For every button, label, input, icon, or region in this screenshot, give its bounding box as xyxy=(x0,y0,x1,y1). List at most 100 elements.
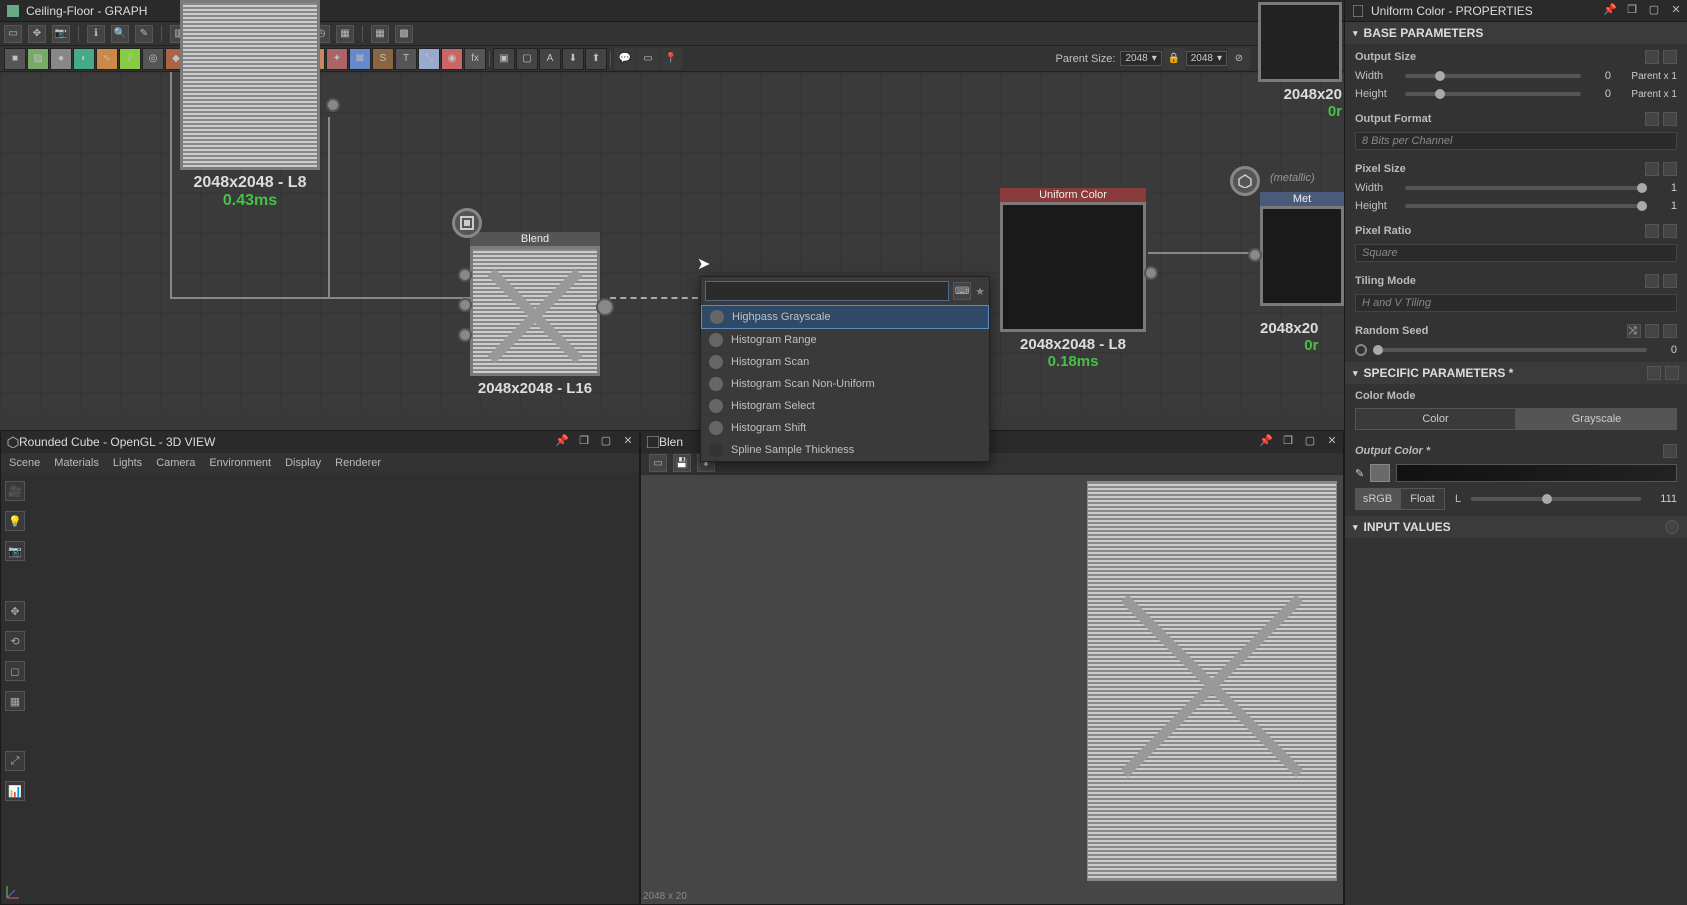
section-base-parameters[interactable]: ▾ BASE PARAMETERS xyxy=(1345,22,1687,44)
height-slider[interactable] xyxy=(1405,92,1581,96)
expose-icon[interactable] xyxy=(1645,112,1659,126)
pin-icon[interactable]: 📌 xyxy=(1259,433,1273,447)
viewport-2d[interactable] xyxy=(641,475,1343,904)
node-output-port[interactable] xyxy=(596,298,614,316)
lib-transform-icon[interactable]: ⤡ xyxy=(418,48,440,70)
lib-input-icon[interactable]: ⬇ xyxy=(562,48,584,70)
lock-icon[interactable]: 🔒 xyxy=(1163,48,1185,70)
search-result-item[interactable]: Histogram Range xyxy=(701,329,989,351)
menu-renderer[interactable]: Renderer xyxy=(335,457,381,469)
grayscale-button[interactable]: Grayscale xyxy=(1516,408,1677,430)
stats-icon[interactable]: 📊 xyxy=(5,781,25,801)
search-result-item[interactable]: Highpass Grayscale xyxy=(701,305,989,329)
lib-pin-icon[interactable]: 📍 xyxy=(660,48,682,70)
menu-environment[interactable]: Environment xyxy=(209,457,271,469)
search-result-item[interactable]: Histogram Select xyxy=(701,395,989,417)
search-result-item[interactable]: Histogram Scan Non-Uniform xyxy=(701,373,989,395)
menu-icon[interactable] xyxy=(1663,324,1677,338)
search-result-item[interactable]: Histogram Shift xyxy=(701,417,989,439)
luminance-slider[interactable] xyxy=(1471,497,1641,501)
lib-blend-icon[interactable]: ▨ xyxy=(27,48,49,70)
wireframe-icon[interactable]: ▦ xyxy=(5,691,25,711)
node-partial-top-right[interactable]: 2048x20 0r xyxy=(1258,2,1342,120)
node-output-port[interactable] xyxy=(1144,266,1158,280)
expose-icon[interactable] xyxy=(1645,162,1659,176)
add-icon[interactable] xyxy=(1665,520,1679,534)
lib-warp-icon[interactable]: ◉ xyxy=(441,48,463,70)
lib-text-icon[interactable]: T xyxy=(395,48,417,70)
color-swatch[interactable] xyxy=(1370,464,1390,482)
shuffle-icon[interactable]: ⤨ xyxy=(1627,324,1641,338)
menu-materials[interactable]: Materials xyxy=(54,457,99,469)
tool-highlight-icon[interactable]: ✎ xyxy=(135,25,153,43)
light-icon[interactable]: 💡 xyxy=(5,511,25,531)
search-result-item[interactable]: Spline Sample Thickness xyxy=(701,439,989,461)
node-uniform-color[interactable]: Uniform Color 2048x2048 - L8 0.18ms xyxy=(1000,188,1146,370)
menu-icon[interactable] xyxy=(1663,274,1677,288)
tool-snapshot-icon[interactable]: 📷 xyxy=(52,25,70,43)
window-restore-icon[interactable]: ❐ xyxy=(577,433,591,447)
tiling-mode-dropdown[interactable]: H and V Tiling xyxy=(1355,294,1677,312)
save-icon[interactable]: 💾 xyxy=(673,454,691,472)
pin-icon[interactable]: 📌 xyxy=(1603,2,1617,16)
menu-display[interactable]: Display xyxy=(285,457,321,469)
lib-fxmap-icon[interactable]: fx xyxy=(464,48,486,70)
menu-icon[interactable] xyxy=(1663,444,1677,458)
lib-output-icon[interactable]: ⬆ xyxy=(585,48,607,70)
node-input-port[interactable] xyxy=(458,268,472,282)
keyboard-icon[interactable]: ⌨ xyxy=(953,282,971,300)
menu-icon[interactable] xyxy=(1663,162,1677,176)
tool-center-icon[interactable]: ✥ xyxy=(28,25,46,43)
pixel-width-slider[interactable] xyxy=(1405,186,1647,190)
section-input-values[interactable]: ▾ INPUT VALUES xyxy=(1345,516,1687,538)
lib-sharpen-icon[interactable]: ✦ xyxy=(326,48,348,70)
output-format-dropdown[interactable]: 8 Bits per Channel xyxy=(1355,132,1677,150)
lib-font-icon[interactable]: A xyxy=(539,48,561,70)
fit-icon[interactable]: ⤢ xyxy=(5,751,25,771)
menu-camera[interactable]: Camera xyxy=(156,457,195,469)
window-maximize-icon[interactable]: ▢ xyxy=(599,433,613,447)
node-output-port[interactable] xyxy=(326,98,340,112)
menu-icon[interactable] xyxy=(1665,366,1679,380)
float-button[interactable]: Float xyxy=(1400,488,1445,510)
gizmo-icon[interactable] xyxy=(5,884,21,900)
tool-select-icon[interactable]: ▭ xyxy=(4,25,22,43)
cube-icon[interactable]: ◻ xyxy=(5,661,25,681)
copy-icon[interactable] xyxy=(1647,366,1661,380)
search-result-item[interactable]: Histogram Scan xyxy=(701,351,989,373)
seed-radio[interactable] xyxy=(1355,344,1367,356)
menu-lights[interactable]: Lights xyxy=(113,457,142,469)
close-icon[interactable]: ✕ xyxy=(1325,433,1339,447)
lib-bitmap-icon[interactable]: ▣ xyxy=(493,48,515,70)
lib-dirblur-icon[interactable]: ⫽ xyxy=(119,48,141,70)
lib-svg-icon[interactable]: S xyxy=(372,48,394,70)
gradient-bar[interactable] xyxy=(1396,464,1677,482)
close-icon[interactable]: ✕ xyxy=(1669,2,1683,16)
random-seed-slider[interactable] xyxy=(1373,348,1647,352)
tool-flow-icon[interactable]: ▦ xyxy=(336,25,354,43)
graph-canvas[interactable]: 2048x2048 - L8 0.43ms Blend 2048x2048 - … xyxy=(0,72,1344,412)
tool-grid1-icon[interactable]: ▦ xyxy=(371,25,389,43)
size-combo[interactable]: 2048 ▾ xyxy=(1186,51,1227,66)
tool-info-icon[interactable]: ℹ xyxy=(87,25,105,43)
node-blend[interactable]: Blend 2048x2048 - L16 xyxy=(470,232,600,397)
section-specific-parameters[interactable]: ▾ SPECIFIC PARAMETERS * xyxy=(1345,362,1687,384)
pixel-ratio-dropdown[interactable]: Square xyxy=(1355,244,1677,262)
window-maximize-icon[interactable]: ▢ xyxy=(1647,2,1661,16)
lib-svg2-icon[interactable]: ▢ xyxy=(516,48,538,70)
menu-icon[interactable] xyxy=(1663,112,1677,126)
srgb-button[interactable]: sRGB xyxy=(1355,488,1400,510)
node-input-port[interactable] xyxy=(458,328,472,342)
node-search-input[interactable] xyxy=(705,281,949,301)
node-input-port[interactable] xyxy=(1248,248,1262,262)
close-icon[interactable]: ✕ xyxy=(621,433,635,447)
lib-uniform-icon[interactable]: ■ xyxy=(4,48,26,70)
photo-icon[interactable]: 📷 xyxy=(5,541,25,561)
pin-icon[interactable]: 📌 xyxy=(555,433,569,447)
lib-frame-icon[interactable]: ▭ xyxy=(637,48,659,70)
lib-comment-icon[interactable]: 💬 xyxy=(614,48,636,70)
tool-search-icon[interactable]: 🔍 xyxy=(111,25,129,43)
lib-curve-icon[interactable]: ∿ xyxy=(96,48,118,70)
lib-blur-icon[interactable]: ● xyxy=(50,48,72,70)
expose-icon[interactable] xyxy=(1645,274,1659,288)
